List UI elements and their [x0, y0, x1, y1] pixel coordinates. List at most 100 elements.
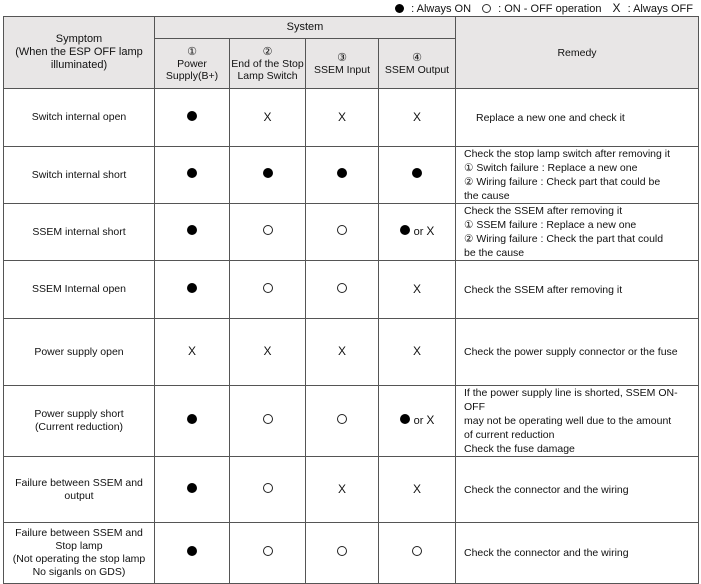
legend: : Always ON : ON - OFF operation X : Alw…: [391, 1, 693, 15]
state-cell: [229, 146, 306, 204]
state-cell: X: [229, 88, 306, 147]
symptom-text: output: [64, 489, 94, 502]
state-cell: [378, 146, 456, 204]
remedy-header: Remedy: [455, 16, 699, 89]
symptom-text: Failure between SSEM and: [15, 476, 143, 489]
table-row: SSEM internal short or X Check the SSEM aft…: [3, 203, 699, 261]
remedy-text: Check the connector and the wiring: [464, 483, 629, 496]
symptom-cell: Switch internal short: [3, 146, 155, 204]
always-off-icon: X: [337, 109, 346, 124]
on-off-icon: [337, 225, 347, 235]
remedy-cell: Check the SSEM after removing it ① SSEM f…: [455, 203, 699, 261]
symptom-header-title: Symptom: [55, 33, 103, 45]
always-off-icon: X: [426, 413, 435, 427]
state-cell: [154, 385, 230, 457]
column-label: End of the Stop: [231, 57, 304, 70]
symptom-cell: Failure between SSEM and output: [3, 456, 155, 523]
remedy-text: ② Wiring failure : Check part that could…: [464, 176, 661, 188]
symptom-text: Switch internal open: [31, 111, 127, 123]
always-off-icon: X: [187, 344, 196, 358]
legend-on-off: : ON - OFF operation: [498, 3, 602, 15]
always-on-icon: [187, 110, 197, 121]
on-off-icon: [262, 546, 273, 556]
always-on-icon: [395, 4, 405, 13]
state-cell: [229, 385, 306, 457]
always-off-icon: X: [337, 481, 346, 496]
symptom-cell: Power supply short (Current reduction): [3, 385, 155, 457]
always-off-icon: X: [412, 344, 421, 358]
table-row: Switch internal short Check the stop lamp…: [3, 146, 699, 204]
on-off-icon: [482, 4, 492, 13]
remedy-cell: Check the power supply connector or the …: [455, 318, 699, 386]
column-label: SSEM Input: [313, 63, 371, 76]
column-number: ④: [412, 51, 422, 64]
symptom-text: Failure between SSEM and: [15, 527, 143, 539]
symptom-cell: Switch internal open: [3, 88, 155, 147]
symptom-header: Symptom (When the ESP OFF lamp illuminat…: [3, 16, 155, 89]
on-off-icon: [337, 282, 347, 293]
system-header: System: [154, 16, 456, 39]
state-cell: X: [305, 88, 379, 147]
on-off-icon: [262, 282, 273, 293]
always-off-icon: X: [412, 281, 421, 296]
troubleshooting-table: Symptom (When the ESP OFF lamp illuminat…: [3, 16, 699, 584]
symptom-text: No siganls on GDS): [32, 566, 126, 578]
table-row: Power supply short (Current reduction) or X…: [3, 385, 699, 457]
remedy-text: Replace a new one and check it: [476, 111, 625, 124]
remedy-cell: If the power supply line is shorted, SSE…: [455, 385, 699, 457]
symptom-text: SSEM Internal open: [32, 283, 126, 295]
on-off-icon: [262, 414, 273, 424]
state-cell: X: [305, 318, 379, 386]
on-off-icon: [337, 414, 347, 424]
state-cell: X: [229, 318, 306, 386]
state-cell: [154, 522, 230, 584]
state-cell: or X: [378, 203, 456, 261]
always-on-icon: [412, 168, 422, 178]
state-cell: or X: [378, 385, 456, 457]
or-text: or: [413, 415, 424, 427]
always-on-icon: [399, 414, 410, 424]
remedy-text: Check the fuse damage: [464, 443, 575, 455]
table-row: Failure between SSEM and output X X Check th…: [3, 456, 699, 523]
symptom-cell: SSEM Internal open: [3, 260, 155, 319]
table-row: SSEM Internal open X Check the SSEM after …: [3, 260, 699, 319]
symptom-text: Power supply short: [34, 408, 124, 420]
symptom-text: Switch internal short: [31, 168, 127, 181]
symptom-cell: SSEM internal short: [3, 203, 155, 261]
table-row: Failure between SSEM and Stop lamp (Not op…: [3, 522, 699, 584]
remedy-text: the cause: [464, 190, 510, 202]
column-number: ③: [337, 51, 347, 64]
symptom-text: (Not operating the stop lamp: [12, 553, 146, 565]
always-on-icon: [187, 168, 197, 178]
remedy-text: Check the SSEM after removing it: [464, 283, 623, 296]
table-row: Switch internal open X X X Replace a new one…: [3, 88, 699, 147]
on-off-icon: [337, 546, 347, 556]
column-label: Lamp Switch: [237, 69, 298, 82]
always-on-icon: [187, 414, 197, 424]
state-cell: [229, 456, 306, 523]
always-on-icon: [187, 282, 197, 293]
remedy-text: ② Wiring failure : Check the part that c…: [464, 233, 664, 245]
state-cell: [229, 522, 306, 584]
symptom-cell: Power supply open: [3, 318, 155, 386]
state-cell: [305, 146, 379, 204]
state-cell: [305, 522, 379, 584]
remedy-cell: Check the stop lamp switch after removin…: [455, 146, 699, 204]
column-header-ssem-input: ③ SSEM Input: [305, 38, 379, 89]
table-row: Power supply open X X X X Check the power sup…: [3, 318, 699, 386]
legend-always-off: : Always OFF: [627, 3, 693, 15]
always-off-icon: X: [263, 344, 272, 358]
state-cell: X: [378, 88, 456, 147]
state-cell: [154, 260, 230, 319]
state-cell: [305, 385, 379, 457]
column-header-power-supply: ① Power Supply(B+): [154, 38, 230, 89]
state-cell: [154, 203, 230, 261]
state-cell: [229, 203, 306, 261]
state-cell: X: [154, 318, 230, 386]
symptom-text: Stop lamp: [55, 540, 103, 552]
symptom-text: SSEM internal short: [32, 225, 126, 238]
on-off-icon: [412, 546, 422, 556]
symptom-header-sub: illuminated): [50, 59, 108, 71]
state-cell: [378, 522, 456, 584]
column-label: Power Supply(B+): [165, 57, 219, 82]
